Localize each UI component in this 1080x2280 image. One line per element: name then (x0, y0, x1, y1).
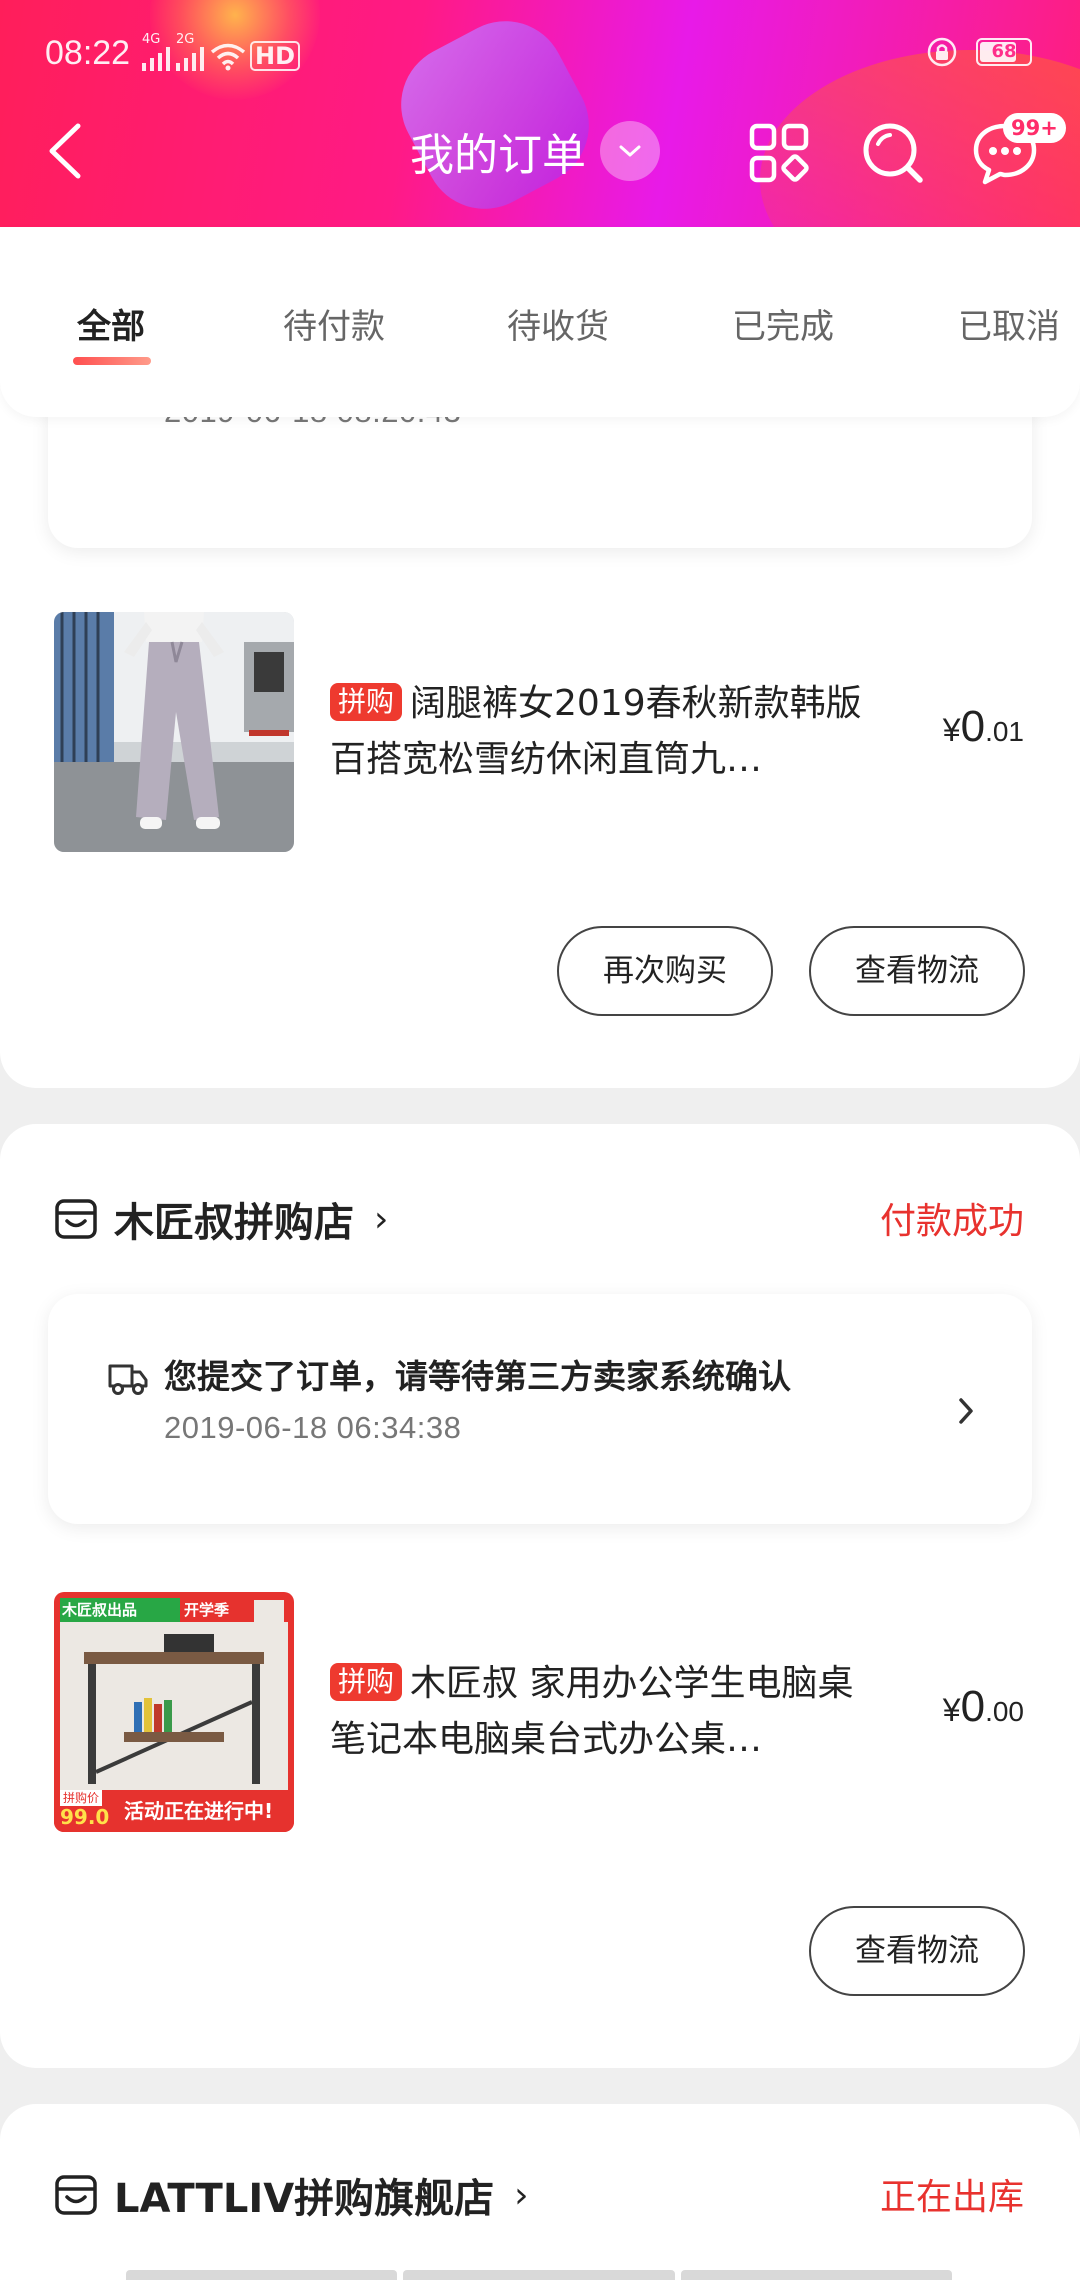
shop-icon (55, 1199, 97, 1239)
apps-button[interactable] (744, 118, 814, 188)
price-decimal: .01 (985, 716, 1024, 747)
logistics-info-box[interactable]: 您提交了订单，请等待第三方卖家系统确认 2019-06-18 06:34:38 (48, 1294, 1032, 1524)
shop-icon (55, 2175, 97, 2215)
wifi-icon (210, 43, 246, 71)
price-currency: ¥ (942, 712, 961, 748)
chevron-right-icon: › (514, 2174, 529, 2216)
order-status: 付款成功 (879, 1201, 1024, 1242)
status-bar: 08:22 4G 2G HD 68 (0, 0, 1080, 112)
shop-link[interactable]: LATTLIV拼购旗舰店 › (54, 2166, 529, 2224)
product-title[interactable]: 拼购 阔腿裤女2019春秋新款韩版百搭宽松雪纺休闲直筒九… (330, 676, 870, 788)
search-button[interactable] (858, 118, 928, 188)
product-price: ¥0.00 (943, 1682, 1024, 1732)
price-integer: 0 (960, 702, 986, 751)
network-label-2g: 2G (176, 32, 195, 47)
tab-cancelled[interactable]: 已取消 (958, 299, 1060, 348)
tab-all[interactable]: 全部 (77, 299, 145, 348)
product-title[interactable]: 拼购 木匠叔 家用办公学生电脑桌笔记本电脑桌台式办公桌… (330, 1656, 870, 1768)
product-price: ¥0.01 (943, 702, 1024, 752)
shop-name: LATTLIV拼购旗舰店 (114, 2176, 495, 2222)
thumb-price-label: 拼购价 (60, 1790, 103, 1806)
thumb-price: 99.0 (60, 1805, 110, 1829)
page-title: 我的订单 (410, 130, 586, 181)
logistics-date: 2019-06-18 06:34:38 (164, 1410, 462, 1445)
group-buy-tag: 拼购 (330, 1663, 403, 1701)
price-integer: 0 (960, 1682, 986, 1731)
active-tab-indicator (73, 357, 151, 365)
product-thumbnail[interactable] (54, 612, 294, 852)
order-tabs: 全部 待付款 待收货 已完成 已取消 (0, 227, 1080, 417)
battery-icon: 68 (976, 38, 1032, 66)
shop-name: 木匠叔拼购店 (114, 1200, 354, 1246)
back-button[interactable] (40, 118, 100, 184)
price-currency: ¥ (942, 1692, 961, 1728)
thumb-banner: 活动正在进行中! (124, 1799, 274, 1823)
status-right: 68 (926, 36, 1032, 68)
network-indicator: 4G 2G HD (142, 32, 301, 71)
order-card: LATTLIV拼购旗舰店 › 正在出库 (0, 2104, 1080, 2280)
tab-completed[interactable]: 已完成 (732, 299, 834, 348)
tab-pending-receipt[interactable]: 待收货 (507, 299, 609, 348)
thumb-brand-badge: 木匠叔出品 (62, 1601, 138, 1619)
status-time: 08:22 (45, 34, 131, 72)
buy-again-button[interactable]: 再次购买 (557, 926, 773, 1016)
hd-label: HD (250, 41, 301, 71)
order-card: 2019-06-18 08:20:43 (0, 300, 1080, 1088)
chevron-right-icon (959, 1398, 973, 1424)
battery-level: 68 (991, 41, 1017, 62)
product-title-text: 阔腿裤女2019春秋新款韩版百搭宽松雪纺休闲直筒九… (330, 683, 862, 780)
signal-icon (176, 47, 204, 71)
chevron-down-icon (619, 145, 641, 157)
shop-link[interactable]: 木匠叔拼购店 › (54, 1190, 388, 1248)
app-header: 08:22 4G 2G HD 68 我的订单 99+ (0, 0, 1080, 227)
group-buy-tag: 拼购 (330, 683, 403, 721)
view-logistics-button[interactable]: 查看物流 (809, 926, 1025, 1016)
thumb-season-badge: 开学季 (184, 1601, 230, 1619)
network-label-4g: 4G (142, 32, 161, 47)
view-logistics-button[interactable]: 查看物流 (809, 1906, 1025, 1996)
back-arrow-icon (49, 123, 81, 179)
grid-apps-icon (749, 123, 809, 183)
chevron-right-icon: › (374, 1198, 389, 1240)
order-status: 正在出库 (879, 2177, 1024, 2218)
product-image-wide-leg-pants (54, 612, 294, 852)
product-thumbnail[interactable]: 木匠叔出品 开学季 拼购价 99.0 活动正在进行中! (54, 1592, 294, 1832)
tab-pending-payment[interactable]: 待付款 (283, 299, 385, 348)
product-thumbnail-strip (126, 2270, 952, 2280)
search-icon (863, 123, 923, 183)
page: 08:22 4G 2G HD 68 我的订单 99+ 全部 待付款 待收货 已完… (0, 0, 1080, 2280)
order-type-selector[interactable]: 我的订单 (410, 116, 660, 186)
product-title-text: 木匠叔 家用办公学生电脑桌笔记本电脑桌台式办公桌… (330, 1663, 854, 1760)
title-chevron (600, 121, 660, 181)
logistics-message: 您提交了订单，请等待第三方卖家系统确认 (164, 1357, 791, 1396)
price-decimal: .00 (985, 1696, 1024, 1727)
signal-icon (142, 47, 170, 71)
message-count-badge: 99+ (1003, 113, 1066, 143)
lock-rotation-icon (927, 37, 957, 67)
delivery-truck-icon (108, 1364, 148, 1395)
order-card: 木匠叔拼购店 › 付款成功 您提交了订单，请等待第三方卖家系统确认 2019-0… (0, 1124, 1080, 2068)
